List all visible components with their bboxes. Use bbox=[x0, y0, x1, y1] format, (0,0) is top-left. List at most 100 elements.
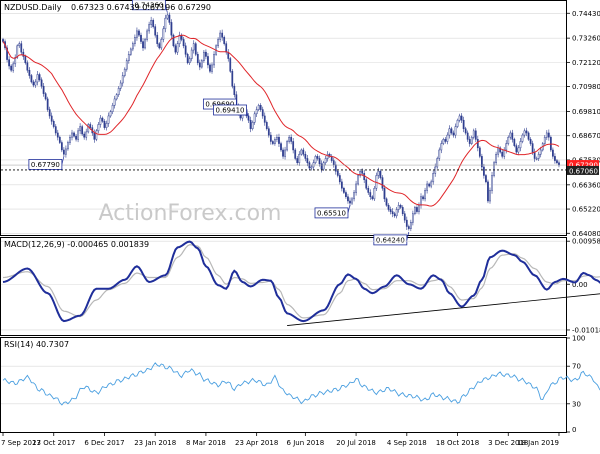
candle-body bbox=[180, 34, 183, 40]
candle-body bbox=[142, 41, 144, 49]
candle-body bbox=[221, 32, 224, 38]
candle-body bbox=[430, 181, 433, 187]
price-y-tick-label: 0.69810 bbox=[572, 108, 600, 116]
x-tick-label: 23 Jan 2018 bbox=[134, 439, 176, 447]
candle-body bbox=[87, 124, 90, 133]
candle-body bbox=[365, 179, 368, 189]
candle-body bbox=[138, 30, 140, 36]
candle-body bbox=[211, 64, 213, 72]
candle-body bbox=[298, 153, 301, 163]
price-title-ohlc: 0.67323 0.67439 0.67196 0.67290 bbox=[71, 3, 211, 12]
current-level-label: 0.67060 bbox=[569, 167, 598, 175]
candle-body bbox=[533, 151, 536, 159]
candle-body bbox=[468, 139, 471, 144]
candle-body bbox=[416, 207, 418, 212]
candle-body bbox=[77, 130, 79, 140]
x-tick-label: 23 Apr 2018 bbox=[235, 439, 278, 447]
candle-body bbox=[140, 34, 142, 42]
candle-body bbox=[503, 149, 506, 157]
candle-body bbox=[545, 132, 548, 138]
candle-body bbox=[160, 39, 163, 49]
candle-body bbox=[154, 26, 157, 36]
candle-body bbox=[48, 109, 51, 117]
candle-body bbox=[296, 158, 299, 163]
candle-body bbox=[196, 54, 199, 64]
candle-body bbox=[462, 119, 465, 129]
candle-body bbox=[470, 136, 473, 144]
candle-body bbox=[554, 156, 556, 161]
candle-body bbox=[351, 198, 353, 204]
candle-body bbox=[387, 204, 390, 210]
price-y-tick-label: 0.70980 bbox=[572, 83, 600, 91]
candle-body bbox=[428, 183, 431, 187]
candle-body bbox=[42, 85, 45, 94]
macd-title: MACD(12,26,9) -0.000465 0.001839 bbox=[4, 240, 149, 249]
candle-body bbox=[460, 115, 463, 121]
candle-body bbox=[44, 93, 47, 100]
candle-body bbox=[274, 139, 276, 144]
candle-body bbox=[251, 122, 254, 129]
macd-y-tick-label: 0.009587 bbox=[572, 238, 600, 246]
candle-body bbox=[136, 30, 138, 38]
candle-body bbox=[85, 131, 88, 138]
candle-body bbox=[478, 147, 481, 157]
candle-body bbox=[304, 153, 307, 159]
candle-body bbox=[438, 149, 441, 159]
candle-body bbox=[111, 105, 114, 112]
candle-body bbox=[56, 132, 59, 138]
candle-body bbox=[391, 211, 394, 214]
price-y-tick-label: 0.65220 bbox=[572, 206, 600, 214]
candle-body bbox=[52, 121, 55, 127]
candle-body bbox=[539, 149, 542, 155]
candle-body bbox=[543, 136, 546, 144]
candle-body bbox=[357, 175, 359, 185]
candle-body bbox=[115, 94, 118, 100]
candle-body bbox=[442, 139, 445, 144]
candle-body bbox=[397, 204, 400, 210]
candle-body bbox=[535, 158, 538, 160]
candle-body bbox=[505, 143, 508, 151]
candle-body bbox=[172, 34, 175, 47]
pivot-label: 0.64240 bbox=[376, 236, 405, 244]
candle-body bbox=[487, 181, 489, 202]
candle-body bbox=[334, 164, 337, 172]
candle-body bbox=[34, 81, 37, 86]
candle-body bbox=[332, 160, 335, 166]
candle-body bbox=[525, 130, 528, 134]
price-y-tick-label: 0.72120 bbox=[572, 59, 600, 67]
candle-body bbox=[30, 75, 33, 83]
candle-body bbox=[158, 43, 161, 49]
candle-body bbox=[367, 187, 370, 193]
candle-body bbox=[50, 115, 53, 122]
candle-body bbox=[168, 14, 171, 23]
candle-body bbox=[448, 128, 451, 136]
macd-y-tick-label: -0.01018 bbox=[572, 326, 600, 334]
candle-body bbox=[225, 43, 228, 53]
candle-body bbox=[288, 136, 290, 142]
candle-body bbox=[38, 74, 41, 81]
candle-body bbox=[272, 141, 274, 144]
candle-body bbox=[164, 17, 167, 30]
candle-body bbox=[131, 43, 134, 50]
candle-body bbox=[515, 145, 518, 153]
candle-body bbox=[509, 132, 512, 138]
candle-body bbox=[152, 20, 155, 27]
candle-body bbox=[107, 115, 110, 124]
candle-body bbox=[203, 51, 205, 61]
candle-body bbox=[186, 54, 189, 64]
x-tick-label: 8 Mar 2018 bbox=[186, 439, 226, 447]
candle-body bbox=[231, 71, 234, 87]
candle-body bbox=[310, 166, 313, 169]
chart-root: ActionForex.com 0.74430 0.73260 0.72120 0.7… bbox=[0, 0, 600, 450]
candle-body bbox=[117, 88, 120, 95]
candle-body bbox=[261, 109, 264, 117]
candle-body bbox=[489, 190, 491, 202]
candle-body bbox=[403, 213, 406, 221]
candle-body bbox=[24, 56, 27, 64]
candle-body bbox=[491, 175, 493, 191]
candle-body bbox=[420, 196, 422, 206]
candle-body bbox=[129, 48, 132, 55]
candle-body bbox=[345, 192, 347, 197]
candle-body bbox=[517, 147, 520, 153]
candle-body bbox=[436, 158, 439, 168]
